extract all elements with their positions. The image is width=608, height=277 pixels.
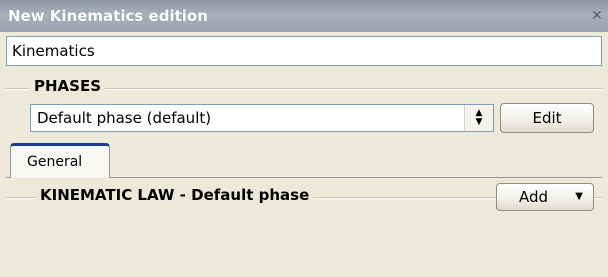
edit-button[interactable]: Edit bbox=[500, 103, 594, 133]
tab-general[interactable]: General bbox=[10, 143, 110, 178]
arrow-down-icon: ▼ bbox=[475, 117, 483, 127]
kinematics-name-input[interactable] bbox=[6, 36, 602, 66]
phase-select-value: Default phase (default) bbox=[37, 109, 212, 127]
window-title: New Kinematics edition bbox=[8, 7, 208, 25]
add-button[interactable]: Add ▼ bbox=[496, 183, 594, 211]
spinner-icon[interactable]: ▲ ▼ bbox=[464, 105, 493, 131]
dropdown-arrow-icon: ▼ bbox=[575, 191, 583, 202]
phases-group-label: PHASES bbox=[30, 77, 106, 95]
add-button-label: Add bbox=[519, 188, 549, 206]
close-icon[interactable]: ✕ bbox=[590, 8, 604, 24]
kinematic-law-group-label: KINEMATIC LAW - Default phase bbox=[36, 186, 314, 204]
tab-general-label: General bbox=[27, 154, 83, 170]
phase-select[interactable]: Default phase (default) ▲ ▼ bbox=[30, 104, 494, 132]
title-bar: New Kinematics edition ✕ bbox=[0, 0, 608, 32]
